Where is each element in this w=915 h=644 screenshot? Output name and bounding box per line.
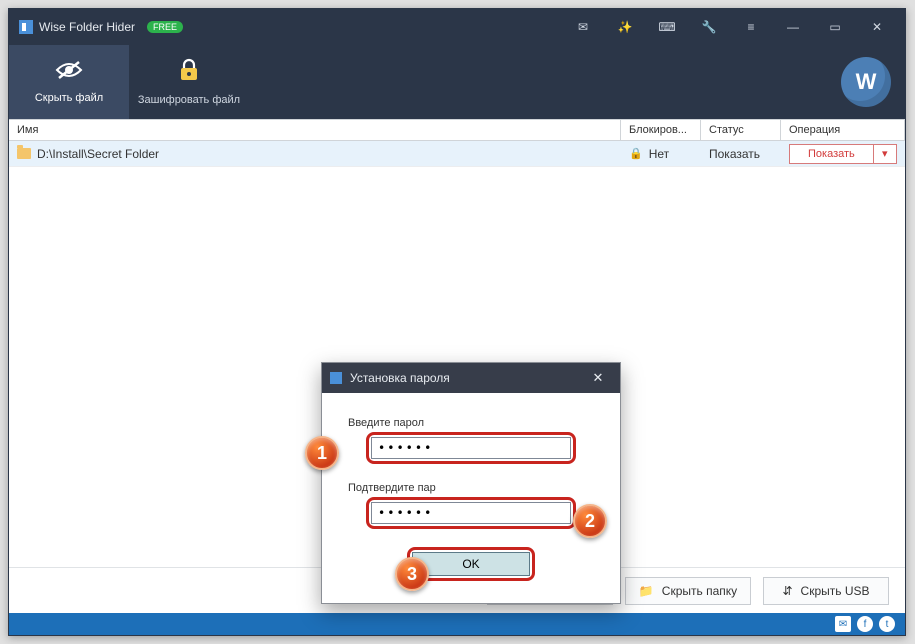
step-marker-2: 2 (573, 504, 607, 538)
minimize-button[interactable]: — (775, 9, 811, 45)
folder-icon (17, 148, 31, 159)
dialog-title: Установка пароля (350, 371, 450, 385)
row-status-cell: Показать (701, 147, 781, 161)
highlight-ring-1 (366, 432, 576, 464)
dialog-icon (330, 372, 342, 384)
idea-icon[interactable]: ✨ (607, 9, 643, 45)
row-lock-cell: 🔒 Нет (621, 147, 701, 161)
hide-folder-button[interactable]: 📁 Скрыть папку (625, 577, 751, 605)
col-name[interactable]: Имя (9, 120, 621, 140)
feedback-icon[interactable]: ⌨ (649, 9, 685, 45)
step-marker-3: 3 (395, 557, 429, 591)
row-path-cell: D:\Install\Secret Folder (9, 147, 621, 161)
encrypt-file-label: Зашифровать файл (138, 94, 240, 106)
confirm-password-label: Подтвердите пар (348, 482, 436, 494)
table-row[interactable]: D:\Install\Secret Folder 🔒 Нет Показать … (9, 141, 905, 167)
footer-facebook-icon[interactable]: f (857, 616, 873, 632)
row-op-cell: Показать ▾ (781, 144, 905, 164)
footer-mail-icon[interactable]: ✉ (835, 616, 851, 632)
footer: ✉ f t (9, 613, 905, 635)
dialog-body: Введите парол Подтвердите пар OK (322, 393, 620, 603)
dialog-close-button[interactable]: ✕ (584, 370, 612, 386)
row-path: D:\Install\Secret Folder (37, 147, 159, 161)
dialog-titlebar: Установка пароля ✕ (322, 363, 620, 393)
app-title: Wise Folder Hider (39, 20, 135, 34)
titlebar: Wise Folder Hider FREE ✉ ✨ ⌨ 🔧 ≡ — ▭ ✕ (9, 9, 905, 45)
hide-folder-btn-label: Скрыть папку (662, 584, 737, 598)
row-status: Показать (709, 147, 760, 161)
hide-usb-button[interactable]: ⇵ Скрыть USB (763, 577, 889, 605)
row-lock: Нет (649, 147, 669, 161)
row-op-button[interactable]: Показать ▾ (789, 144, 897, 164)
footer-twitter-icon[interactable]: t (879, 616, 895, 632)
step-marker-1: 1 (305, 436, 339, 470)
content-area: Установка пароля ✕ Введите парол Подтвер… (9, 167, 905, 567)
usb-icon: ⇵ (782, 584, 792, 598)
tool-icon[interactable]: 🔧 (691, 9, 727, 45)
app-window: Wise Folder Hider FREE ✉ ✨ ⌨ 🔧 ≡ — ▭ ✕ С… (8, 8, 906, 636)
free-badge: FREE (147, 21, 183, 33)
col-lock[interactable]: Блокиров... (621, 120, 701, 140)
brand-logo: W (841, 57, 891, 107)
maximize-button[interactable]: ▭ (817, 9, 853, 45)
main-toolbar: Скрыть файл Зашифровать файл W (9, 45, 905, 119)
lock-icon (178, 58, 200, 88)
encrypt-file-tab[interactable]: Зашифровать файл (129, 45, 249, 119)
lock-small-icon: 🔒 (629, 147, 643, 160)
chevron-down-icon[interactable]: ▾ (874, 145, 896, 163)
ok-button[interactable]: OK (412, 552, 530, 576)
password-dialog: Установка пароля ✕ Введите парол Подтвер… (321, 362, 621, 604)
folder-btn-icon: 📁 (639, 584, 654, 598)
hide-file-label: Скрыть файл (35, 92, 103, 104)
column-headers: Имя Блокиров... Статус Операция (9, 119, 905, 141)
highlight-ring-2 (366, 497, 576, 529)
enter-password-label: Введите парол (348, 417, 424, 429)
confirm-password-input[interactable] (371, 502, 571, 524)
eye-off-icon (55, 60, 83, 86)
app-icon (19, 20, 33, 34)
col-operation[interactable]: Операция (781, 120, 905, 140)
close-button[interactable]: ✕ (859, 9, 895, 45)
menu-icon[interactable]: ≡ (733, 9, 769, 45)
mail-icon[interactable]: ✉ (565, 9, 601, 45)
enter-password-input[interactable] (371, 437, 571, 459)
col-status[interactable]: Статус (701, 120, 781, 140)
row-op-label: Показать (790, 145, 874, 163)
hide-file-tab[interactable]: Скрыть файл (9, 45, 129, 119)
hide-usb-btn-label: Скрыть USB (801, 584, 870, 598)
